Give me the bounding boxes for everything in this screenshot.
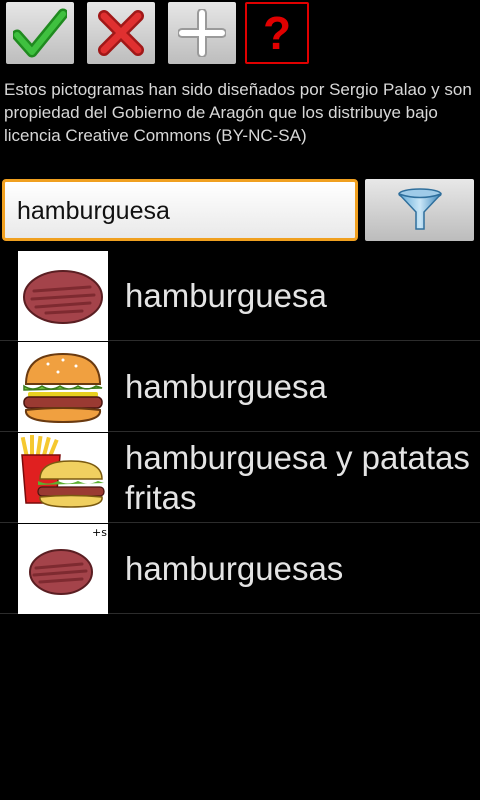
funnel-icon	[397, 188, 442, 230]
cancel-button[interactable]	[87, 2, 155, 64]
plus-icon	[178, 9, 226, 57]
x-icon	[98, 10, 144, 56]
add-button[interactable]	[168, 2, 236, 64]
help-button[interactable]: ?	[245, 2, 309, 64]
list-item[interactable]: +s hamburguesas	[0, 523, 480, 614]
search-box[interactable]	[2, 179, 358, 241]
hamburger-fries-icon	[18, 433, 108, 523]
accept-button[interactable]	[6, 2, 74, 64]
result-label: hamburguesa y patatas fritas	[125, 438, 470, 516]
results-list: hamburguesa hamburguesa hamburguesa y pa…	[0, 250, 480, 614]
toolbar: ?	[0, 0, 480, 68]
list-item[interactable]: hamburguesa	[0, 341, 480, 432]
result-label: hamburguesa	[125, 367, 327, 405]
list-item[interactable]: hamburguesa y patatas fritas	[0, 432, 480, 523]
filter-button[interactable]	[365, 179, 474, 241]
license-credits: Estos pictogramas han sido diseñados por…	[4, 80, 472, 145]
hamburger-icon	[18, 342, 108, 432]
result-label: hamburguesas	[125, 549, 344, 587]
result-label: hamburguesa	[125, 276, 327, 314]
check-icon	[13, 8, 67, 58]
hamburger-patty-icon	[18, 251, 108, 341]
hamburger-patties-plural-icon: +s	[18, 524, 108, 614]
list-item[interactable]: hamburguesa	[0, 250, 480, 341]
search-input[interactable]	[17, 194, 347, 228]
question-icon: ?	[262, 7, 292, 59]
plural-badge: +s	[92, 526, 107, 539]
